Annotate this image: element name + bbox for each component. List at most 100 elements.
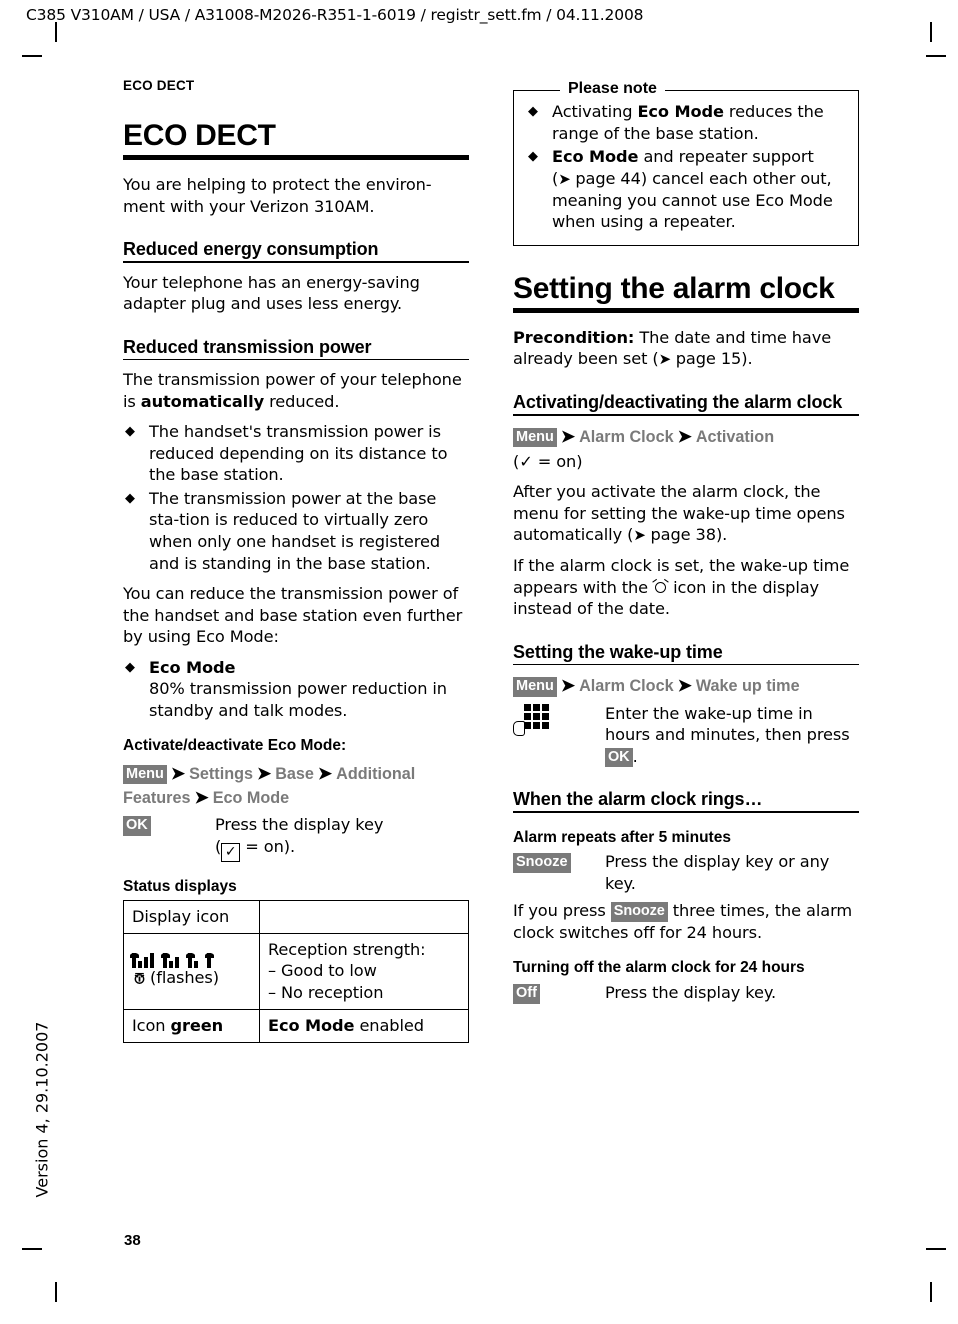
signal-strength-one-icon	[204, 953, 214, 969]
no-connection-row: (flashes)	[132, 969, 251, 990]
folio-title: ECO DECT	[123, 78, 195, 93]
note-bullet2-pageref: page 44	[575, 168, 641, 188]
list-item: ◆ Activating Eco Mode reduces the range o…	[526, 101, 846, 144]
menu-path-wakeup-time: Menu ➤ Alarm Clock ➤ Wake up time	[513, 674, 859, 698]
diamond-bullet-icon: ◆	[528, 149, 538, 165]
table-row: (flashes) Reception strength: – Good to …	[123, 933, 469, 1010]
activation-check-note: (✓ = on)	[513, 451, 583, 471]
paragraph-alarm-set-display: If the alarm clock is set, the wake-up t…	[513, 555, 859, 620]
table-header-cell-blank	[259, 900, 469, 935]
arrow-icon: ➤	[194, 788, 209, 808]
menu-key-badge[interactable]: Menu	[513, 427, 557, 448]
arrow-icon: ➤	[560, 426, 576, 446]
precondition-pageref: page 15	[675, 349, 742, 369]
please-note-box: Please note ◆ Activating Eco Mode reduces…	[513, 80, 859, 246]
menu-path-item[interactable]: Activation	[696, 428, 774, 446]
power-bullet-list: ◆ The handset's transmission power is red…	[123, 421, 469, 574]
please-note-title: Please note	[560, 80, 665, 98]
precondition-label: Precondition:	[513, 327, 635, 347]
note-bullet1-bold: Eco Mode	[637, 102, 724, 121]
crop-mark-top-right-h	[926, 55, 946, 57]
menu-path-item[interactable]: Alarm Clock	[579, 677, 673, 695]
crop-mark-bottom-right-h	[926, 1248, 946, 1250]
signal-strength-icon-group	[129, 948, 251, 969]
wakeup-desc-a: Enter the wake-up time in hours and minu…	[605, 703, 850, 745]
key-description-row-off: Off Press the display key.	[513, 982, 859, 1004]
after-activate-pageref: page 38	[650, 525, 716, 545]
icon-green-label-b: green	[170, 1015, 224, 1035]
version-marginalia: Version 4, 29.10.2007	[32, 1021, 52, 1198]
crop-mark-bottom-left-v	[55, 1282, 57, 1302]
snooze-key-badge-inline[interactable]: Snooze	[610, 902, 668, 922]
subsection-heading-activate-eco: Activate/deactivate Eco Mode:	[123, 737, 347, 755]
page-reference-arrow-icon: ➤	[558, 169, 576, 188]
list-item: ◆ The handset's transmission power is red…	[123, 421, 469, 486]
reception-strength-label: Reception strength:	[268, 940, 426, 960]
ok-key-badge[interactable]: OK	[605, 747, 633, 768]
ok-key-badge[interactable]: OK	[123, 816, 151, 836]
menu-path-item[interactable]: Alarm Clock	[579, 428, 673, 446]
ok-desc-paren-close: = on).	[240, 836, 295, 856]
menu-path-alarm-activation: Menu ➤ Alarm Clock ➤ Activation	[513, 425, 859, 449]
bullet-text: The transmission power at the base sta-t…	[149, 488, 440, 573]
diamond-bullet-icon: ◆	[125, 490, 135, 506]
menu-path-item[interactable]: Settings	[189, 765, 253, 783]
eco-mode-bullet-body: 80% transmission power reduction in stan…	[149, 679, 447, 720]
menu-path-item[interactable]: Eco Mode	[213, 789, 289, 807]
list-item: ◆ Eco Mode 80% transmission power reductio…	[123, 657, 469, 722]
off-key-badge[interactable]: Off	[513, 984, 540, 1004]
table-header-cell-display-icon: Display icon	[123, 900, 260, 935]
key-description-row-ok: OK Press the display key (✓ = on).	[123, 814, 469, 862]
no-connection-icon	[132, 971, 147, 990]
menu-path-item[interactable]: Base	[275, 765, 314, 783]
snooze-key-badge[interactable]: Snooze	[513, 853, 571, 873]
subsection-heading-turning-off: Turning off the alarm clock for 24 hours	[513, 959, 805, 977]
arrow-icon: ➤	[256, 763, 272, 783]
diamond-bullet-icon: ◆	[125, 424, 135, 440]
reception-good-to-low: – Good to low	[268, 961, 377, 981]
power-intro-c: reduced.	[264, 391, 340, 411]
power-intro-bold: automatically	[140, 391, 265, 411]
menu-key-badge[interactable]: Menu	[123, 764, 167, 785]
intro-paragraph: You are helping to protect the environ-m…	[123, 175, 432, 216]
subsection-heading-status-displays: Status displays	[123, 877, 237, 895]
chapter-title-eco-dect: ECO DECT	[123, 119, 276, 152]
enabled-text: enabled	[354, 1015, 424, 1035]
eco-mode-bullet-title: Eco Mode	[149, 657, 236, 677]
section-heading-reduced-power: Reduced transmission power	[123, 336, 372, 357]
crop-mark-top-left-h	[22, 55, 42, 57]
table-cell-icon-green: Icon green	[123, 1008, 260, 1043]
status-displays-table: Display icon (flashes) Reception strengt	[123, 900, 469, 1043]
section-rule-power	[123, 358, 469, 361]
menu-path-item[interactable]: Wake up time	[696, 677, 800, 695]
paragraph-reduce-more: You can reduce the transmission power of…	[123, 584, 463, 647]
key-description-row-keypad: Enter the wake-up time in hours and minu…	[513, 703, 859, 768]
note-bullet2-bold: Eco Mode	[552, 147, 639, 167]
arrow-icon: ➤	[677, 426, 692, 446]
section-heading-wakeup-time: Setting the wake-up time	[513, 641, 723, 662]
paragraph-power-intro: The transmission power of your telephone…	[123, 369, 469, 412]
page-reference-arrow-icon: ➤	[633, 526, 651, 545]
chapter-rule-alarm	[513, 307, 859, 313]
after-activate-b: ).	[715, 525, 728, 545]
description-cell: Press the display key or any key.	[605, 852, 830, 893]
description-cell: Press the display key.	[605, 983, 777, 1003]
menu-key-badge[interactable]: Menu	[513, 677, 557, 697]
arrow-icon: ➤	[560, 676, 576, 696]
keypad-entry-icon	[513, 703, 549, 736]
precondition-end: ).	[741, 349, 753, 369]
checkbox-checked-icon: ✓	[221, 842, 241, 862]
table-cell-reception-icons: (flashes)	[123, 933, 260, 1010]
table-cell-eco-mode-enabled: Eco Mode enabled	[259, 1008, 469, 1043]
table-row: Display icon	[123, 900, 469, 935]
list-item: ◆ The transmission power at the base sta-…	[123, 488, 469, 574]
note-bullet1-a: Activating	[552, 102, 638, 121]
chapter-rule	[123, 155, 469, 160]
crop-mark-bottom-left-h	[22, 1248, 42, 1250]
section-rule-energy	[123, 260, 469, 263]
section-rule-rings	[513, 811, 859, 813]
section-heading-reduced-energy: Reduced energy consumption	[123, 239, 379, 260]
subsection-heading-alarm-repeats: Alarm repeats after 5 minutes	[513, 828, 731, 846]
snooze-three-a: If you press	[513, 901, 611, 921]
key-cell	[513, 703, 605, 768]
